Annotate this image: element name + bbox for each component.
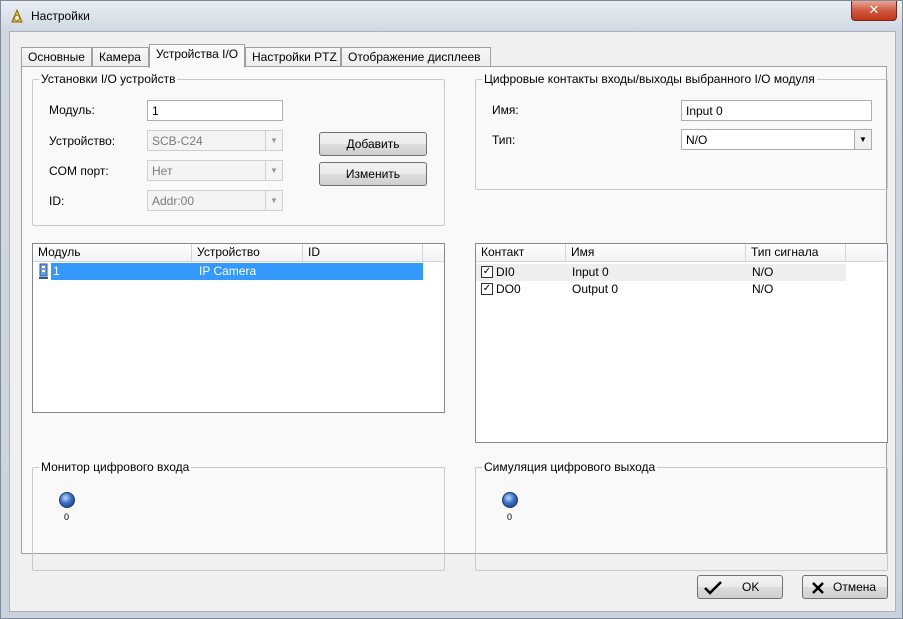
dialog-client: Основные Камера Устройства I/O Настройки… bbox=[9, 31, 896, 612]
close-icon bbox=[812, 582, 824, 594]
title-bar[interactable]: Настройки ✕ bbox=[1, 1, 902, 31]
table-row[interactable]: 1 IP Camera bbox=[51, 263, 423, 280]
row-signal: N/O bbox=[752, 282, 774, 296]
table-row[interactable]: ✓ DI0 Input 0 N/O bbox=[476, 264, 846, 281]
check-icon bbox=[704, 581, 722, 595]
row-name: Output 0 bbox=[572, 282, 619, 296]
output-led-button[interactable] bbox=[502, 492, 518, 508]
edit-button[interactable]: Изменить bbox=[319, 162, 427, 186]
app-icon bbox=[11, 8, 23, 23]
row-signal: N/O bbox=[752, 265, 774, 279]
output-led-label: 0 bbox=[507, 512, 513, 522]
contact-checkbox[interactable]: ✓ bbox=[481, 283, 493, 295]
window-title: Настройки bbox=[31, 9, 90, 23]
contact-list-header: Контакт Имя Тип сигнала bbox=[476, 244, 887, 262]
output-simulation-group: Симуляция цифрового выхода 0 bbox=[475, 460, 888, 571]
type-label: Тип: bbox=[492, 133, 516, 147]
name-label: Имя: bbox=[492, 103, 519, 117]
row-module: 1 bbox=[53, 264, 60, 278]
cancel-label: Отмена bbox=[833, 580, 877, 594]
input-led-indicator bbox=[59, 492, 75, 508]
column-header-signal[interactable]: Тип сигнала bbox=[746, 244, 846, 262]
contact-list[interactable]: Контакт Имя Тип сигнала ✓ DI0 Input 0 N/… bbox=[475, 243, 888, 443]
id-select: Addr:00 ▼ bbox=[147, 190, 283, 211]
tab-display-mapping[interactable]: Отображение дисплеев bbox=[341, 47, 491, 67]
type-select[interactable]: N/O ▼ bbox=[681, 129, 872, 150]
column-header-contact[interactable]: Контакт bbox=[476, 244, 566, 262]
device-select: SCB-C24 ▼ bbox=[147, 130, 283, 151]
cancel-button[interactable]: Отмена bbox=[802, 575, 888, 599]
chevron-down-icon: ▼ bbox=[265, 161, 282, 180]
ok-label: OK bbox=[742, 580, 760, 594]
io-setup-legend: Установки I/O устройств bbox=[39, 72, 178, 86]
io-devices-panel: Установки I/O устройств Модуль: Устройст… bbox=[21, 66, 888, 571]
digital-contacts-group: Цифровые контакты входы/выходы выбранног… bbox=[475, 72, 888, 190]
ok-button[interactable]: OK bbox=[697, 575, 783, 599]
id-label: ID: bbox=[49, 194, 65, 208]
device-label: Устройство: bbox=[49, 134, 116, 148]
io-setup-group: Установки I/O устройств Модуль: Устройст… bbox=[32, 72, 445, 226]
close-button[interactable]: ✕ bbox=[851, 1, 897, 21]
device-icon bbox=[39, 263, 48, 279]
module-label: Модуль: bbox=[49, 103, 95, 117]
input-monitor-legend: Монитор цифрового входа bbox=[39, 460, 192, 474]
table-row[interactable]: ✓ DO0 Output 0 N/O bbox=[476, 281, 846, 298]
row-contact: DI0 bbox=[496, 265, 515, 279]
column-header-module[interactable]: Модуль bbox=[33, 244, 192, 262]
row-contact: DO0 bbox=[496, 282, 521, 296]
com-port-label: COM порт: bbox=[49, 164, 109, 178]
module-list[interactable]: Модуль Устройство ID 1 IP Camera bbox=[32, 243, 445, 413]
digital-contacts-legend: Цифровые контакты входы/выходы выбранног… bbox=[482, 72, 817, 86]
column-header-name[interactable]: Имя bbox=[566, 244, 746, 262]
tab-io-devices[interactable]: Устройства I/O bbox=[149, 44, 245, 68]
chevron-down-icon: ▼ bbox=[265, 191, 282, 210]
row-name: Input 0 bbox=[572, 265, 609, 279]
column-header-device[interactable]: Устройство bbox=[192, 244, 303, 262]
input-monitor-group: Монитор цифрового входа 0 bbox=[32, 460, 445, 571]
contact-checkbox[interactable]: ✓ bbox=[481, 266, 493, 278]
output-simulation-legend: Симуляция цифрового выхода bbox=[482, 460, 658, 474]
column-header-id[interactable]: ID bbox=[303, 244, 423, 262]
tab-ptz-settings[interactable]: Настройки PTZ bbox=[245, 47, 341, 67]
name-input[interactable] bbox=[681, 100, 872, 121]
close-icon: ✕ bbox=[868, 2, 880, 17]
module-list-header: Модуль Устройство ID bbox=[33, 244, 444, 262]
tab-general[interactable]: Основные bbox=[21, 47, 92, 67]
add-button[interactable]: Добавить bbox=[319, 132, 427, 156]
input-led-label: 0 bbox=[64, 512, 70, 522]
module-input[interactable] bbox=[147, 100, 283, 121]
chevron-down-icon[interactable]: ▼ bbox=[854, 130, 871, 149]
tab-camera[interactable]: Камера bbox=[92, 47, 149, 67]
row-device: IP Camera bbox=[199, 264, 257, 278]
chevron-down-icon: ▼ bbox=[265, 131, 282, 150]
settings-window: Настройки ✕ Основные Камера Устройства I… bbox=[0, 0, 903, 619]
com-port-select: Нет ▼ bbox=[147, 160, 283, 181]
